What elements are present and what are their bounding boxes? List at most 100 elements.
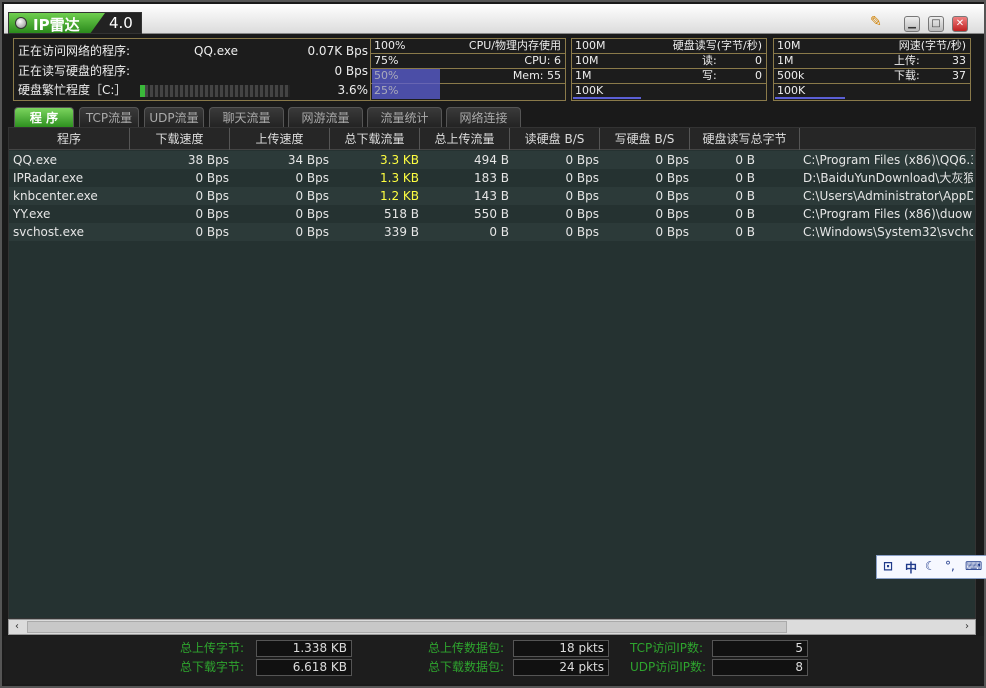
cell-total-down: 1.3 KB bbox=[380, 171, 419, 185]
cell-total-down: 1.2 KB bbox=[380, 189, 419, 203]
disk-program-rate: 0 Bps bbox=[334, 64, 368, 78]
tab-traffic-stats[interactable]: 流量统计 bbox=[367, 107, 442, 128]
download-label: 下载: bbox=[894, 69, 920, 82]
disk-graph-line bbox=[573, 97, 641, 99]
net-scale-1m: 1M bbox=[777, 54, 794, 67]
scroll-right-icon[interactable]: › bbox=[959, 620, 975, 634]
ime-keyboard-icon[interactable]: ⌨ bbox=[965, 559, 982, 573]
column-header[interactable]: 写硬盘 B/S bbox=[600, 128, 690, 150]
total-upload-bytes-label: 总上传字节: bbox=[180, 641, 245, 655]
network-speed-graph: 10M 网速(字节/秒) 1M 上传: 33 500k 下载: 37 100K bbox=[773, 38, 971, 101]
ime-moon-icon[interactable]: ☾ bbox=[925, 559, 936, 573]
cell-up: 0 Bps bbox=[295, 207, 329, 221]
close-button[interactable]: ✕ bbox=[952, 16, 968, 32]
radar-icon bbox=[15, 17, 27, 29]
network-program-label: 正在访问网络的程序: bbox=[18, 44, 131, 58]
activity-info-box: 正在访问网络的程序: QQ.exe 0.07K Bps 正在读写硬盘的程序: 0… bbox=[13, 38, 373, 101]
disk-scale-100k: 100K bbox=[575, 84, 604, 97]
tab-game-traffic[interactable]: 网游流量 bbox=[288, 107, 363, 128]
title-bar[interactable]: IP雷达 4.0 ✎ ▁ □ ✕ bbox=[4, 4, 984, 34]
cell-path: C:\Program Files (x86)\duowan\ bbox=[803, 207, 973, 221]
cell-read: 0 Bps bbox=[565, 207, 599, 221]
cell-read: 0 Bps bbox=[565, 225, 599, 239]
udp-ip-count: 8 bbox=[712, 659, 808, 676]
total-upload-packets-label: 总上传数据包: bbox=[428, 641, 505, 655]
disk-busy-label: 硬盘繁忙程度［C:］ bbox=[18, 83, 127, 97]
tab-bar: 程 序 TCP流量 UDP流量 聊天流量 网游流量 流量统计 网络连接 bbox=[14, 106, 974, 128]
column-header[interactable]: 上传速度 bbox=[230, 128, 330, 150]
cell-down: 0 Bps bbox=[195, 225, 229, 239]
cpu-value: 6 bbox=[554, 54, 561, 67]
cell-total-up: 550 B bbox=[474, 207, 509, 221]
cell-read: 0 Bps bbox=[565, 153, 599, 167]
cell-up: 34 Bps bbox=[287, 153, 329, 167]
total-download-packets: 24 pkts bbox=[513, 659, 609, 676]
cpu-scale-50: 50% bbox=[374, 69, 399, 82]
column-header[interactable]: 下载速度 bbox=[130, 128, 230, 150]
disk-scale-1m: 1M bbox=[575, 69, 592, 82]
horizontal-scrollbar[interactable]: ‹ › bbox=[8, 619, 976, 635]
app-window: IP雷达 4.0 ✎ ▁ □ ✕ 正在访问网络的程序: QQ.exe 0.07K… bbox=[0, 0, 986, 688]
tab-programs[interactable]: 程 序 bbox=[14, 107, 74, 128]
cell-name: knbcenter.exe bbox=[13, 189, 98, 203]
minimize-button[interactable]: ▁ bbox=[904, 16, 920, 32]
tcp-ip-count-label: TCP访问IP数: bbox=[630, 641, 704, 655]
net-graph-line bbox=[775, 97, 845, 99]
upload-value: 33 bbox=[952, 54, 966, 67]
network-program-rate: 0.07K Bps bbox=[307, 44, 368, 58]
tab-chat-traffic[interactable]: 聊天流量 bbox=[209, 107, 284, 128]
cpu-scale-100: 100% bbox=[374, 39, 406, 52]
cell-down: 0 Bps bbox=[195, 171, 229, 185]
net-scale-100k: 100K bbox=[777, 84, 806, 97]
column-header[interactable]: 总上传流量 bbox=[420, 128, 510, 150]
table-row[interactable]: knbcenter.exe 0 Bps 0 Bps 1.2 KB 143 B 0 Bps 0… bbox=[9, 187, 975, 205]
ime-logo-icon[interactable]: ⊡ bbox=[883, 559, 893, 573]
cell-down: 0 Bps bbox=[195, 189, 229, 203]
column-header[interactable]: 读硬盘 B/S bbox=[510, 128, 600, 150]
column-header[interactable]: 硬盘读写总字节 bbox=[690, 128, 800, 150]
net-scale-10m: 10M bbox=[777, 39, 801, 52]
cell-write: 0 Bps bbox=[655, 189, 689, 203]
cpu-scale-25: 25% bbox=[374, 84, 399, 97]
cell-write: 0 Bps bbox=[655, 225, 689, 239]
settings-wrench-icon[interactable]: ✎ bbox=[870, 14, 888, 32]
scroll-left-icon[interactable]: ‹ bbox=[9, 620, 25, 634]
total-download-packets-label: 总下载数据包: bbox=[428, 660, 505, 674]
column-header[interactable]: 程序 bbox=[9, 128, 130, 150]
ime-toolbar[interactable]: ⊡ 中 ☾ °, ⌨ bbox=[876, 555, 986, 579]
cpu-scale-75: 75% bbox=[374, 54, 399, 67]
tab-network-connections[interactable]: 网络连接 bbox=[446, 107, 521, 128]
table-row[interactable]: QQ.exe 38 Bps 34 Bps 3.3 KB 494 B 0 Bps 0 Bps 0… bbox=[9, 151, 975, 169]
scrollbar-thumb[interactable] bbox=[27, 621, 787, 633]
program-table: 程序 下载速度 上传速度 总下载流量 总上传流量 读硬盘 B/S 写硬盘 B/S… bbox=[8, 127, 976, 619]
ime-language[interactable]: 中 bbox=[905, 559, 917, 576]
upload-label: 上传: bbox=[894, 54, 920, 67]
download-value: 37 bbox=[952, 69, 966, 82]
network-program-name: QQ.exe bbox=[194, 44, 238, 58]
cell-name: YY.exe bbox=[13, 207, 51, 221]
cpu-memory-graph: 100% CPU/物理内存使用 75% CPU: 6 50% Mem: 55 25% bbox=[370, 38, 566, 101]
disk-graph-title: 硬盘读写(字节/秒) bbox=[672, 39, 762, 52]
total-upload-bytes: 1.338 KB bbox=[256, 640, 352, 657]
tab-tcp-traffic[interactable]: TCP流量 bbox=[79, 107, 139, 128]
cell-disk-total: 0 B bbox=[735, 171, 755, 185]
tab-udp-traffic[interactable]: UDP流量 bbox=[144, 107, 204, 128]
cell-name: IPRadar.exe bbox=[13, 171, 84, 185]
column-header[interactable]: 总下载流量 bbox=[330, 128, 420, 150]
app-name: IP雷达 bbox=[33, 16, 80, 34]
cell-up: 0 Bps bbox=[295, 171, 329, 185]
cell-down: 0 Bps bbox=[195, 207, 229, 221]
cell-write: 0 Bps bbox=[655, 171, 689, 185]
table-row[interactable]: IPRadar.exe 0 Bps 0 Bps 1.3 KB 183 B 0 Bps 0 B… bbox=[9, 169, 975, 187]
summary-footer: 总上传字节: 1.338 KB 总下载字节: 6.618 KB 总上传数据包: … bbox=[4, 636, 984, 684]
disk-write-value: 0 bbox=[755, 69, 762, 82]
table-row[interactable]: YY.exe 0 Bps 0 Bps 518 B 550 B 0 Bps 0 Bps 0 B C… bbox=[9, 205, 975, 223]
cell-total-up: 0 B bbox=[489, 225, 509, 239]
total-download-bytes-label: 总下载字节: bbox=[180, 660, 245, 674]
tcp-ip-count: 5 bbox=[712, 640, 808, 657]
cell-disk-total: 0 B bbox=[735, 207, 755, 221]
table-row[interactable]: svchost.exe 0 Bps 0 Bps 339 B 0 B 0 Bps 0 Bps 0… bbox=[9, 223, 975, 241]
cell-name: svchost.exe bbox=[13, 225, 84, 239]
ime-punctuation-icon[interactable]: °, bbox=[945, 559, 955, 573]
maximize-button[interactable]: □ bbox=[928, 16, 944, 32]
